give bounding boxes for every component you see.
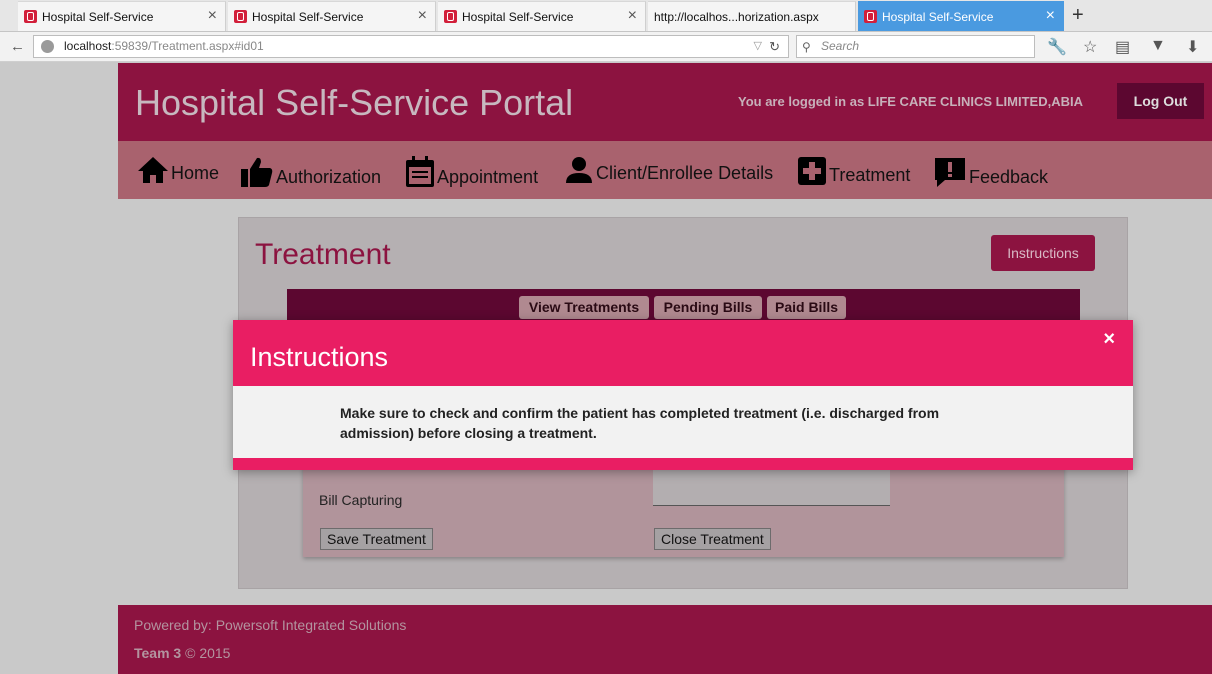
copyright-year: © 2015 [181, 645, 231, 661]
url-path: :59839/Treatment.aspx#id01 [111, 39, 264, 53]
browser-tab-active[interactable]: Hospital Self-Service × [858, 1, 1064, 31]
pocket-icon[interactable]: ▼ [1150, 37, 1166, 55]
logout-button[interactable]: Log Out [1117, 83, 1204, 119]
menu-item-feedback[interactable]: Feedback [933, 156, 1048, 188]
close-treatment-button[interactable]: Close Treatment [654, 528, 771, 550]
hospital-favicon-icon [864, 10, 877, 23]
treatment-form: Bill Capturing Save Treatment Close Trea… [303, 443, 1064, 557]
menu-label: Feedback [969, 167, 1049, 187]
tab-close-icon[interactable]: × [628, 7, 637, 25]
menu-item-appointment[interactable]: Appointment [405, 156, 538, 188]
medical-cross-icon [798, 157, 826, 185]
tab-title: Hospital Self-Service [252, 9, 364, 24]
page-title: Treatment [255, 238, 391, 271]
tab-title: Hospital Self-Service [882, 9, 994, 24]
browser-nav-bar: ← localhost:59839/Treatment.aspx#id01 ▽ … [0, 32, 1212, 62]
modal-title: Instructions [250, 342, 389, 372]
copyright-text: Team 3 © 2015 [134, 645, 230, 661]
browser-tab-2[interactable]: Hospital Self-Service × [228, 1, 436, 31]
tab-title: Hospital Self-Service [462, 9, 574, 24]
menu-item-authorization[interactable]: Authorization [240, 156, 381, 188]
tab-close-icon[interactable]: × [1046, 7, 1055, 25]
back-arrow-icon[interactable]: ← [10, 38, 25, 55]
menu-item-treatment[interactable]: Treatment [797, 156, 910, 186]
browser-tab-1[interactable]: Hospital Self-Service × [18, 1, 226, 31]
tab-pending-bills[interactable]: Pending Bills [654, 296, 762, 319]
tab-close-icon[interactable]: × [418, 7, 427, 25]
tab-view-treatments[interactable]: View Treatments [519, 296, 649, 319]
dropdown-icon[interactable]: ▽ [754, 36, 762, 57]
wrench-icon[interactable]: 🔧 [1047, 37, 1067, 57]
browser-tab-4[interactable]: http://localhos...horization.aspx [648, 1, 856, 31]
browser-tab-bar: Hospital Self-Service × Hospital Self-Se… [0, 0, 1212, 32]
calendar-icon [406, 156, 434, 187]
search-icon: ⚲ [802, 40, 811, 54]
logged-in-text: You are logged in as LIFE CARE CLINICS L… [738, 94, 1084, 109]
feedback-icon [935, 158, 965, 187]
globe-icon [41, 40, 54, 53]
powered-by-text: Powered by: Powersoft Integrated Solutio… [134, 617, 407, 633]
tab-title: Hospital Self-Service [42, 9, 154, 24]
menu-label: Treatment [829, 165, 911, 185]
person-icon [566, 157, 592, 183]
team-name: Team 3 [134, 645, 182, 661]
hospital-favicon-icon [24, 10, 37, 23]
bill-capturing-label: Bill Capturing [319, 492, 403, 508]
url-host: localhost [64, 39, 112, 53]
star-icon[interactable]: ☆ [1083, 37, 1097, 57]
tab-title: http://localhos...horization.aspx [654, 9, 819, 24]
tab-paid-bills[interactable]: Paid Bills [767, 296, 846, 319]
instructions-modal: Instructions × Make sure to check and co… [233, 320, 1133, 470]
menu-label: Authorization [276, 167, 382, 187]
url-bar[interactable]: localhost:59839/Treatment.aspx#id01 ▽ ↻ [33, 35, 789, 58]
modal-instruction-text: Make sure to check and confirm the patie… [340, 405, 940, 441]
home-icon [138, 157, 168, 183]
bill-capturing-field[interactable] [653, 468, 890, 506]
hospital-favicon-icon [234, 10, 247, 23]
browser-tab-3[interactable]: Hospital Self-Service × [438, 1, 646, 31]
menu-item-client-enrollee[interactable]: Client/Enrollee Details [564, 156, 773, 184]
hospital-favicon-icon [444, 10, 457, 23]
modal-body: Make sure to check and confirm the patie… [233, 386, 1133, 458]
instructions-button[interactable]: Instructions [991, 235, 1095, 271]
search-input[interactable]: ⚲ Search [796, 35, 1035, 58]
reader-icon[interactable]: ▤ [1115, 37, 1130, 57]
thumbs-up-icon [241, 157, 273, 187]
menu-label: Client/Enrollee Details [596, 163, 774, 183]
menu-label: Home [171, 163, 220, 183]
reload-icon[interactable]: ↻ [769, 36, 780, 57]
search-placeholder: Search [821, 39, 860, 53]
treatment-subnav: View Treatments Pending Bills Paid Bills [287, 289, 1080, 323]
portal-title: Hospital Self-Service Portal [135, 82, 574, 123]
download-icon[interactable]: ⬇ [1186, 37, 1199, 57]
tab-close-icon[interactable]: × [208, 7, 217, 25]
menu-label: Appointment [437, 167, 539, 187]
portal-header: Hospital Self-Service Portal You are log… [118, 63, 1212, 141]
new-tab-plus-icon[interactable]: + [1072, 3, 1084, 27]
save-treatment-button[interactable]: Save Treatment [320, 528, 433, 550]
close-icon[interactable]: × [1103, 328, 1115, 351]
menu-item-home[interactable]: Home [137, 156, 219, 184]
footer: Powered by: Powersoft Integrated Solutio… [118, 605, 1212, 674]
main-menu: Home Authorization Appointment Client/En… [118, 141, 1212, 199]
